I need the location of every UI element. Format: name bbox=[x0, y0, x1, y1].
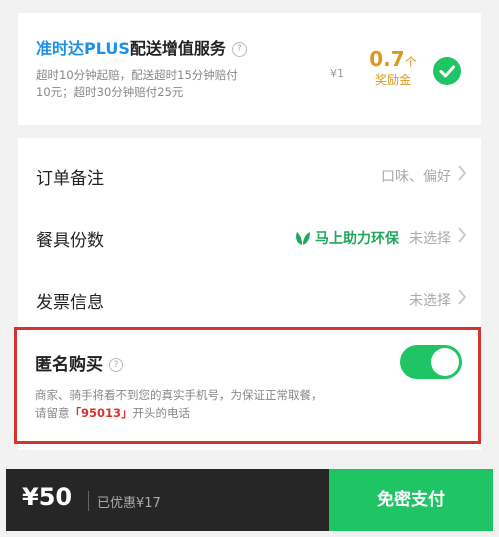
bonus-reward: 0.7个 奖励金 bbox=[363, 47, 423, 88]
chevron-right-icon bbox=[457, 226, 467, 248]
anonymous-purchase-toggle[interactable] bbox=[400, 345, 462, 379]
anon-desc-line2: 请留意「95013」开头的电话 bbox=[35, 406, 191, 420]
bonus-unit: 个 bbox=[404, 55, 417, 69]
divider bbox=[88, 491, 89, 511]
checkout-bar: ¥50 已优惠¥17 免密支付 bbox=[6, 469, 493, 531]
invoice-label: 发票信息 bbox=[36, 293, 104, 313]
chevron-right-icon bbox=[457, 288, 467, 310]
tableware-label: 餐具份数 bbox=[36, 231, 104, 251]
selected-check-icon[interactable] bbox=[433, 57, 461, 85]
plus-title-text: 配送增值服务 bbox=[129, 39, 226, 58]
plus-service-card[interactable]: 准时达PLUS配送增值服务? 超时10分钟起赔，配送超时15分钟赔付 10元；超… bbox=[18, 13, 481, 125]
bonus-label: 奖励金 bbox=[374, 73, 411, 87]
pay-button[interactable]: 免密支付 bbox=[329, 469, 493, 531]
eco-badge: 马上助力环保 bbox=[293, 231, 399, 247]
tableware-row[interactable]: 餐具份数 马上助力环保 未选择 bbox=[18, 204, 481, 266]
phone-prefix-highlight: 「95013」 bbox=[69, 406, 133, 420]
leaf-icon bbox=[296, 232, 310, 245]
bonus-value: 0.7 bbox=[369, 47, 405, 71]
plus-desc-line1: 超时10分钟起赔，配送超时15分钟赔付 bbox=[36, 68, 238, 82]
invoice-value: 未选择 bbox=[409, 293, 451, 309]
plus-desc-line2: 10元；超时30分钟赔付25元 bbox=[36, 85, 184, 99]
tableware-value-group: 马上助力环保 未选择 bbox=[293, 228, 451, 248]
anon-desc-line1: 商家、骑手将看不到您的真实手机号，为保证正常取餐， bbox=[35, 388, 323, 402]
plus-service-title: 准时达PLUS配送增值服务? bbox=[36, 35, 247, 59]
help-icon[interactable]: ? bbox=[109, 358, 123, 372]
tableware-value: 未选择 bbox=[409, 231, 451, 247]
anonymous-purchase-description: 商家、骑手将看不到您的真实手机号，为保证正常取餐， 请留意「95013」开头的电… bbox=[35, 386, 435, 422]
help-icon[interactable]: ? bbox=[231, 42, 247, 57]
chevron-right-icon bbox=[457, 164, 467, 186]
order-note-label: 订单备注 bbox=[36, 169, 104, 189]
anonymous-purchase-title: 匿名购买? bbox=[35, 350, 123, 375]
plus-service-price: ¥1 bbox=[330, 67, 344, 80]
eco-label: 马上助力环保 bbox=[315, 231, 399, 247]
discount-text: 已优惠¥17 bbox=[97, 496, 161, 511]
order-note-row[interactable]: 订单备注 口味、偏好 bbox=[18, 142, 481, 204]
invoice-row[interactable]: 发票信息 未选择 bbox=[18, 266, 481, 328]
plus-brand: 准时达PLUS bbox=[36, 39, 130, 58]
anonymous-purchase-section: 匿名购买? 商家、骑手将看不到您的真实手机号，为保证正常取餐， 请留意「9501… bbox=[14, 327, 481, 444]
toggle-knob bbox=[431, 348, 459, 376]
total-price: ¥50 bbox=[22, 483, 73, 511]
order-note-value: 口味、偏好 bbox=[381, 169, 451, 185]
plus-service-description: 超时10分钟起赔，配送超时15分钟赔付 10元；超时30分钟赔付25元 bbox=[36, 67, 306, 101]
checkout-summary: ¥50 已优惠¥17 bbox=[6, 469, 329, 531]
